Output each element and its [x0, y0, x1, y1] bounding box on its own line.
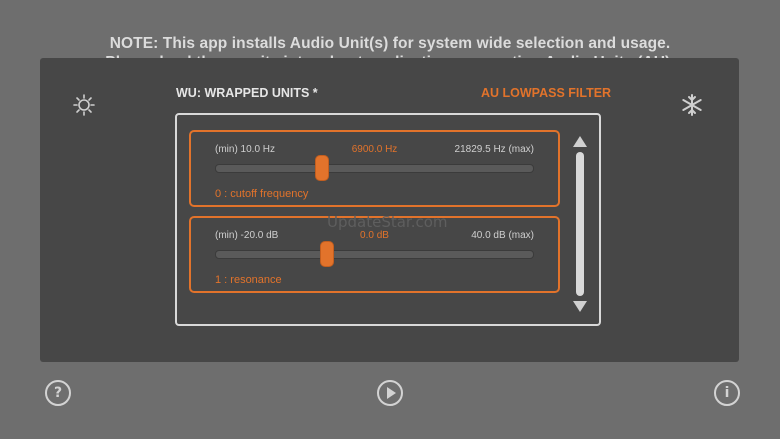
scrollbar[interactable] — [573, 136, 587, 312]
snowflake-icon[interactable] — [681, 94, 703, 121]
sun-icon[interactable] — [73, 94, 95, 121]
slider-track[interactable] — [215, 164, 534, 173]
param-label: 0 : cutoff frequency — [215, 188, 309, 200]
param-max: 21829.5 Hz (max) — [454, 144, 534, 155]
wrapped-units-title[interactable]: WU: WRAPPED UNITS * — [176, 86, 318, 100]
help-icon[interactable]: ? — [45, 380, 71, 406]
slider-thumb[interactable] — [320, 241, 334, 267]
param-cutoff-frequency: (min) 10.0 Hz 6900.0 Hz 21829.5 Hz (max)… — [189, 130, 560, 207]
watermark: UpdateStar.com — [327, 213, 448, 231]
slider-thumb[interactable] — [315, 155, 329, 181]
install-note-line1: NOTE: This app installs Audio Unit(s) fo… — [109, 35, 671, 52]
slider-track[interactable] — [215, 250, 534, 259]
param-label: 1 : resonance — [215, 274, 282, 286]
param-max: 40.0 dB (max) — [471, 230, 534, 241]
scrollbar-track[interactable] — [576, 152, 584, 296]
scroll-up-icon[interactable] — [573, 136, 587, 147]
filter-name: AU LOWPASS FILTER — [481, 86, 612, 100]
info-icon[interactable]: i — [714, 380, 740, 406]
play-icon[interactable] — [377, 380, 403, 406]
scroll-down-icon[interactable] — [573, 301, 587, 312]
